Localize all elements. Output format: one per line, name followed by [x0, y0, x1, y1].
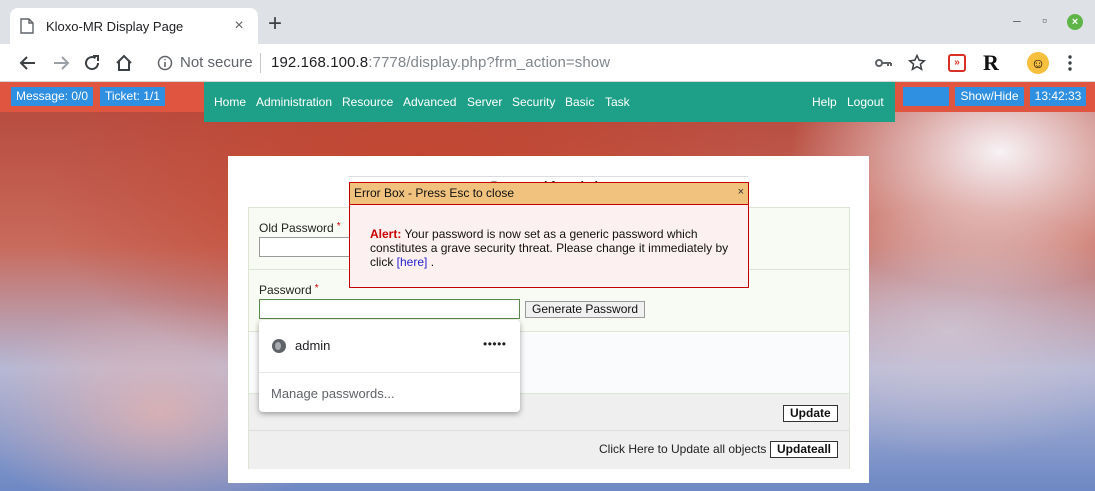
nav-server[interactable]: Server — [467, 95, 502, 109]
nav-security[interactable]: Security — [512, 95, 555, 109]
omnibox-divider — [260, 53, 261, 73]
security-label: Not secure — [180, 54, 253, 71]
browser-tab[interactable]: Kloxo-MR Display Page × — [10, 8, 258, 44]
nav-advanced[interactable]: Advanced — [403, 95, 456, 109]
password-label: Password * — [259, 283, 319, 297]
generate-password-button[interactable]: Generate Password — [525, 301, 646, 318]
autofill-divider — [259, 372, 520, 373]
info-icon[interactable] — [152, 50, 178, 76]
menu-kebab-icon[interactable] — [1057, 50, 1083, 76]
nav-resource[interactable]: Resource — [342, 95, 393, 109]
nav-administration[interactable]: Administration — [256, 95, 332, 109]
nav-home[interactable]: Home — [214, 95, 246, 109]
update-all-text: Click Here to Update all objects — [599, 442, 767, 456]
url-host: 192.168.100.8 — [271, 54, 369, 71]
error-message: Alert: Your password is now set as a gen… — [370, 227, 730, 269]
main-nav: Home Administration Resource Advanced Se… — [204, 82, 895, 122]
nav-logout[interactable]: Logout — [847, 95, 884, 109]
page-icon — [20, 18, 34, 34]
profile-avatar-icon[interactable]: ☺ — [1027, 52, 1049, 74]
saved-credential-item[interactable]: admin ••••• — [259, 328, 520, 364]
globe-icon — [272, 339, 286, 353]
address-bar[interactable]: 192.168.100.8:7778/display.php?frm_actio… — [271, 54, 610, 71]
alert-label: Alert: — [370, 227, 402, 241]
password-autofill-popup: admin ••••• Manage passwords... — [259, 320, 520, 412]
key-icon[interactable] — [871, 50, 897, 76]
forward-arrow-icon[interactable] — [48, 50, 74, 76]
browser-tabstrip: Kloxo-MR Display Page × + ‒ ▫ × — [0, 0, 1095, 44]
new-tab-button[interactable]: + — [268, 12, 282, 36]
saved-password-mask: ••••• — [483, 337, 507, 351]
home-icon[interactable] — [111, 50, 137, 76]
show-hide-button[interactable]: Show/Hide — [955, 87, 1024, 106]
alert-text-end: . — [427, 255, 435, 269]
saved-username: admin — [295, 338, 331, 353]
nav-help[interactable]: Help — [812, 95, 837, 109]
nav-basic[interactable]: Basic — [565, 95, 594, 109]
window-close-icon[interactable]: × — [1067, 14, 1083, 30]
back-arrow-icon[interactable] — [15, 50, 41, 76]
password-input[interactable] — [259, 299, 520, 319]
old-password-label: Old Password * — [259, 221, 341, 235]
error-box-title: Error Box - Press Esc to close — [354, 186, 515, 200]
update-button[interactable]: Update — [783, 405, 838, 422]
bookmark-star-icon[interactable] — [904, 50, 930, 76]
browser-toolbar: Not secure 192.168.100.8:7778/display.ph… — [0, 44, 1095, 82]
clock: 13:42:33 — [1030, 87, 1086, 106]
extension-r-icon[interactable]: R — [983, 50, 999, 76]
blank-chip[interactable] — [903, 87, 949, 106]
url-path: :7778/display.php?frm_action=show — [368, 54, 611, 71]
updateall-button[interactable]: Updateall — [770, 441, 839, 458]
tab-title: Kloxo-MR Display Page — [46, 18, 184, 34]
ticket-counter[interactable]: Ticket: 1/1 — [100, 87, 165, 106]
error-box-header: Error Box - Press Esc to close × — [350, 183, 748, 205]
manage-passwords-link[interactable]: Manage passwords... — [271, 386, 395, 401]
maximize-icon[interactable]: ▫ — [1042, 12, 1047, 28]
close-icon[interactable]: × — [738, 186, 744, 198]
update-all-row: Click Here to Update all objects Updatea… — [249, 431, 849, 469]
minimize-icon[interactable]: ‒ — [1013, 12, 1021, 28]
nav-task[interactable]: Task — [605, 95, 630, 109]
message-counter[interactable]: Message: 0/0 — [11, 87, 94, 106]
error-box: Error Box - Press Esc to close × Alert: … — [349, 182, 749, 288]
extension-forward-icon[interactable]: » — [948, 54, 966, 72]
reload-icon[interactable] — [79, 50, 105, 76]
here-link[interactable]: [here] — [397, 255, 428, 269]
tab-close-icon[interactable]: × — [230, 17, 248, 35]
